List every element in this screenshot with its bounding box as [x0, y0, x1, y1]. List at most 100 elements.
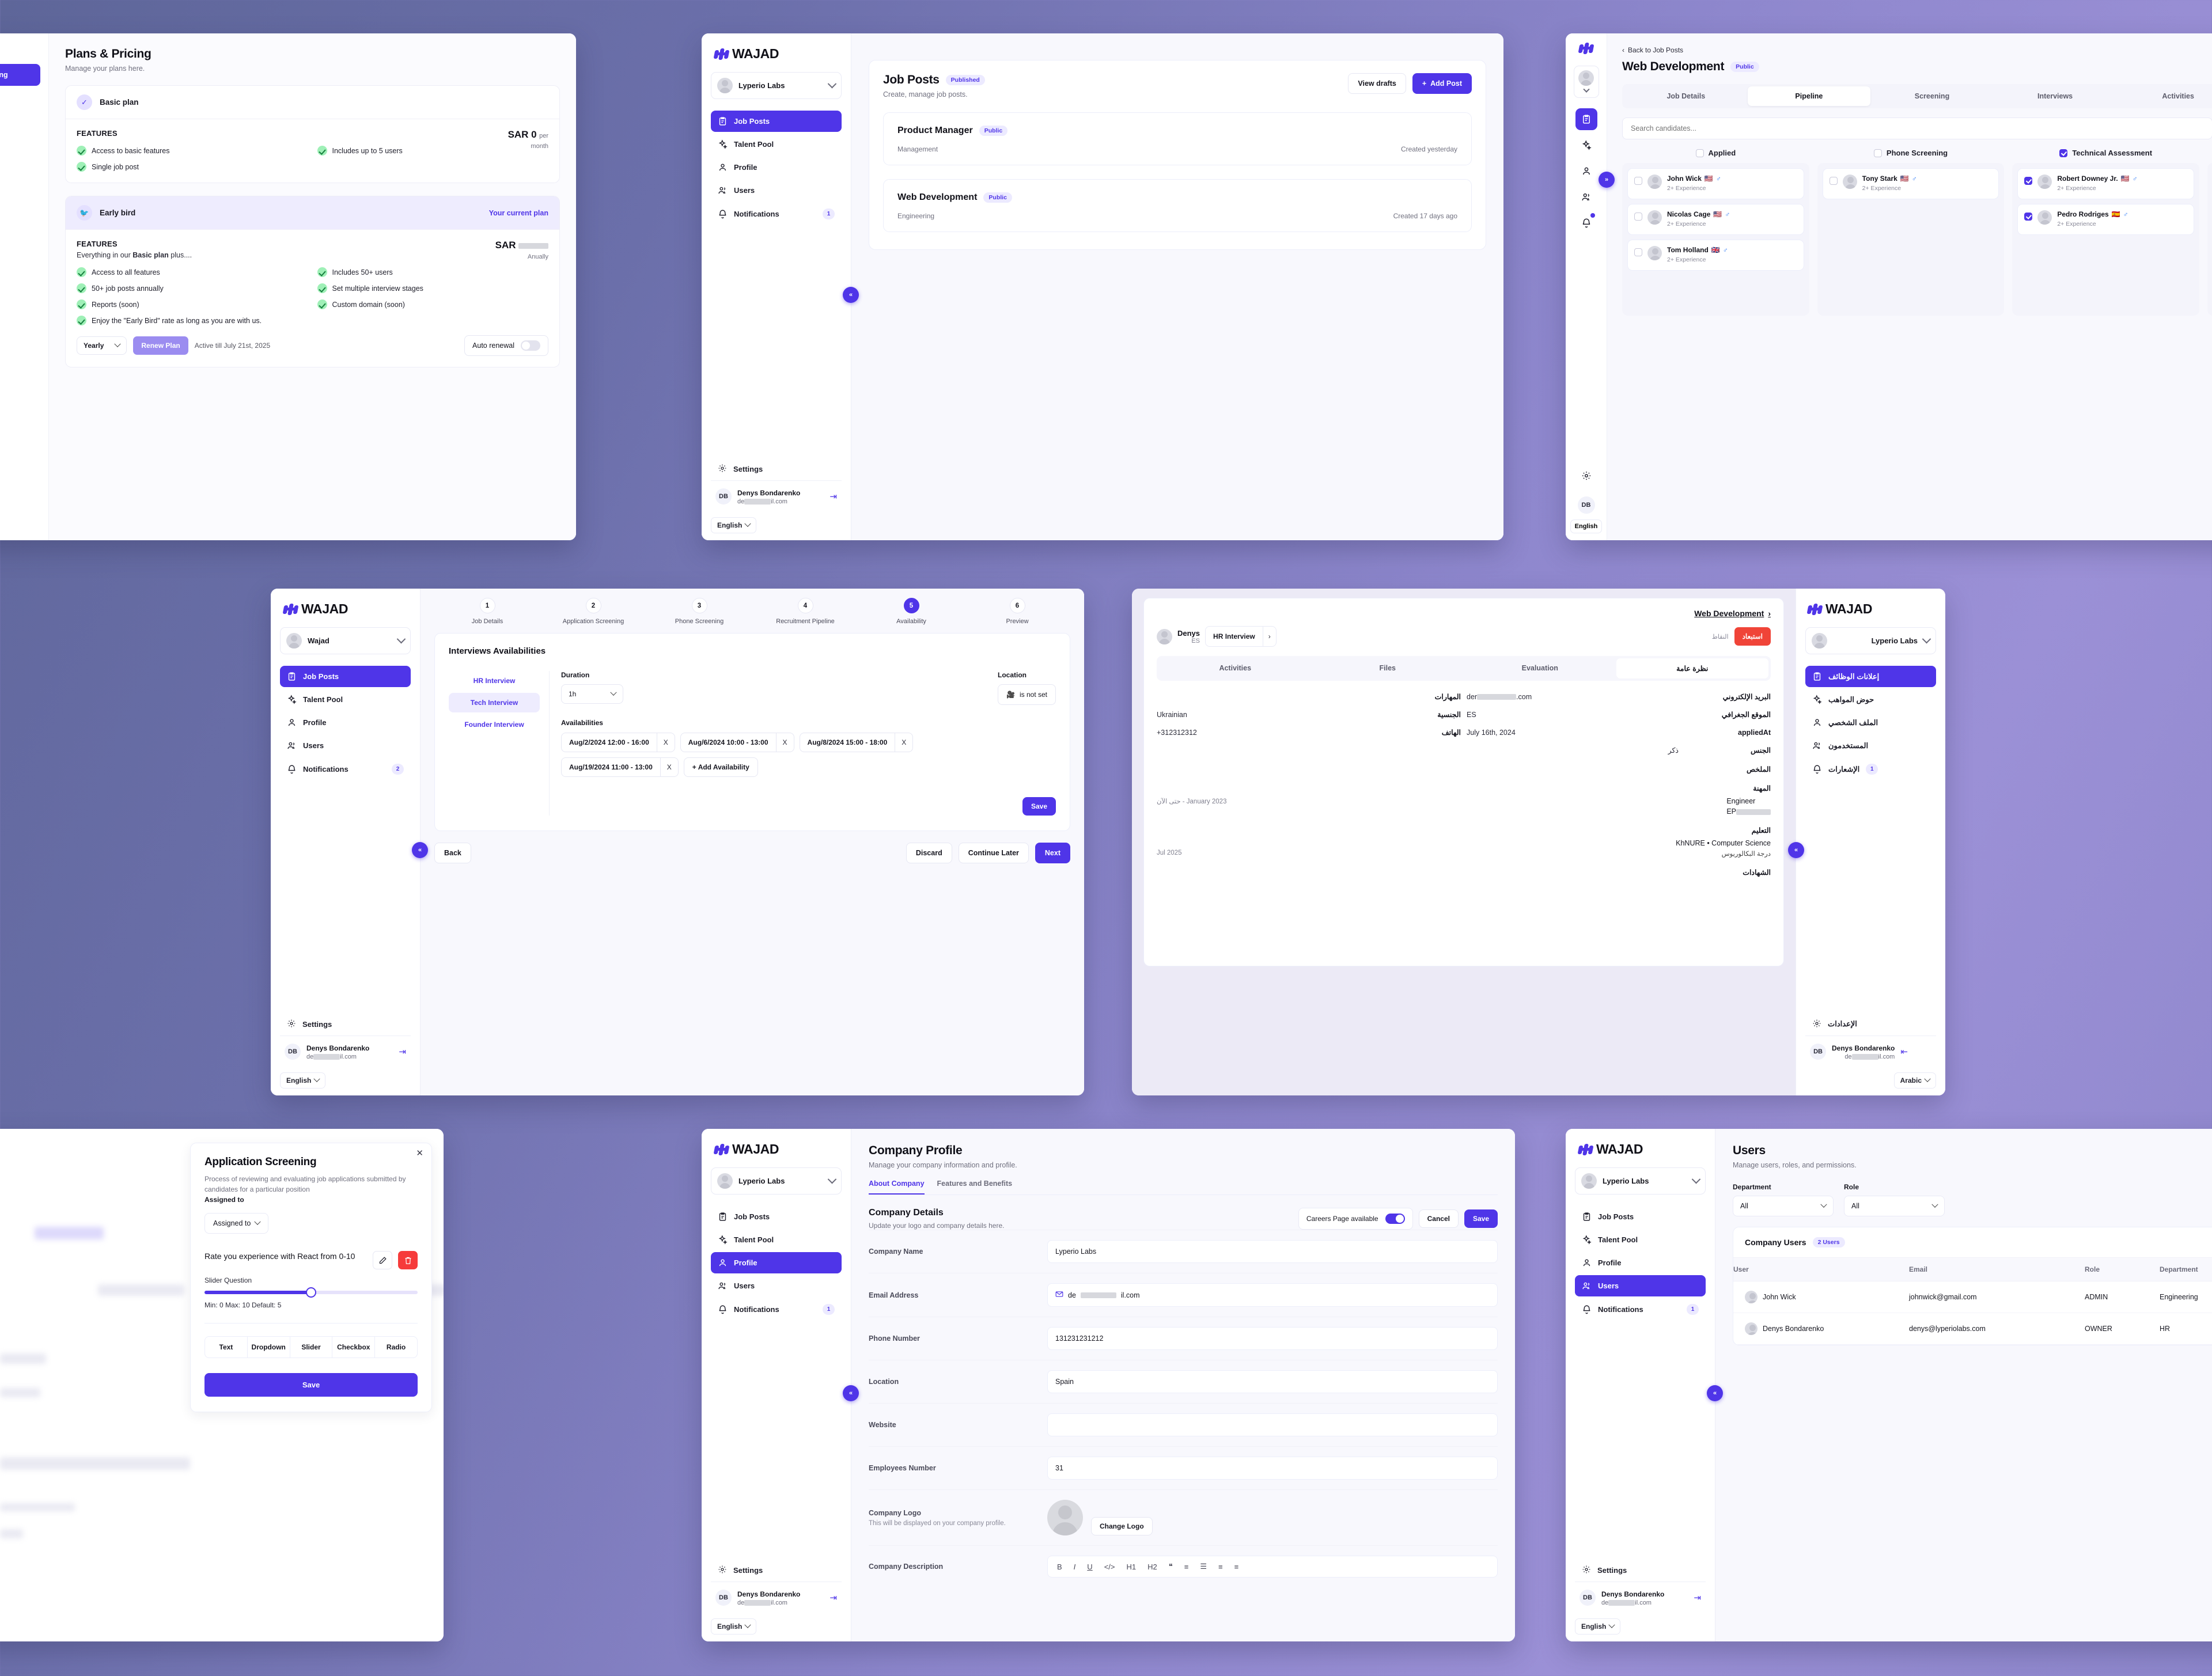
- slider-knob[interactable]: [306, 1287, 316, 1298]
- save-button[interactable]: Save: [204, 1373, 418, 1397]
- remove-slot-button[interactable]: X: [660, 757, 679, 777]
- underline-icon[interactable]: U: [1087, 1563, 1092, 1571]
- sidebar-item-settings[interactable]: [1575, 465, 1597, 487]
- sidebar-item-notifications[interactable]: Notifications 2: [280, 758, 411, 780]
- sidebar-item-settings[interactable]: الإعدادات: [1805, 1013, 1936, 1036]
- column-checkbox[interactable]: [1873, 149, 1882, 157]
- remove-slot-button[interactable]: X: [656, 733, 675, 752]
- wizard-step-3[interactable]: 3 Phone Screening: [646, 598, 752, 625]
- language-select[interactable]: English: [711, 517, 757, 533]
- sidebar-item-profile[interactable]: الملف الشخصي: [1805, 712, 1936, 733]
- sidebar-item-users[interactable]: [1575, 186, 1597, 208]
- org-switcher[interactable]: Lyperio Labs: [1575, 1167, 1706, 1195]
- sidebar-item-talent-pool[interactable]: Talent Pool: [711, 134, 842, 155]
- wizard-step-5[interactable]: 5 Availability: [858, 598, 964, 625]
- candidate-card[interactable]: Robert Downey Jr. 🇺🇸 ♂ 2+ Experience: [2017, 168, 2195, 199]
- sidebar-item-notifications[interactable]: Notifications 1: [711, 203, 842, 225]
- user-initials[interactable]: DB: [1577, 496, 1595, 514]
- wizard-step-2[interactable]: 2 Application Screening: [540, 598, 646, 625]
- tab-evaluation[interactable]: Evaluation: [1464, 658, 1616, 678]
- sidebar-item-notifications[interactable]: 1 الإشعارات: [1805, 758, 1936, 780]
- sidebar-item-preferences[interactable]: Preferences: [0, 130, 40, 151]
- language-select[interactable]: English: [1575, 1618, 1621, 1635]
- tab-screening[interactable]: Screening: [1870, 86, 1994, 106]
- table-row[interactable]: Denys Bondarenko denys@lyperiolabs.com O…: [1733, 1313, 2212, 1345]
- sidebar-item-talent-pool[interactable]: [1575, 134, 1597, 156]
- reject-button[interactable]: استبعاد: [1734, 627, 1771, 646]
- sidebar-item-users[interactable]: Users: [711, 1275, 842, 1296]
- stage-selector[interactable]: ‹ HR Interview: [1205, 626, 1277, 647]
- close-icon[interactable]: ✕: [416, 1148, 423, 1158]
- remove-slot-button[interactable]: X: [895, 733, 914, 752]
- candidate-checkbox[interactable]: [1634, 177, 1642, 185]
- sidebar-item-job-posts[interactable]: Job Posts: [280, 666, 411, 687]
- auto-renewal-control[interactable]: Auto renewal: [464, 335, 548, 356]
- back-button[interactable]: Back: [434, 843, 471, 863]
- renew-plan-button[interactable]: Renew Plan: [133, 336, 188, 355]
- tab-activities[interactable]: Activities: [1159, 658, 1312, 678]
- collapse-sidebar-button[interactable]: «: [843, 1385, 859, 1401]
- column-checkbox[interactable]: [2059, 149, 2068, 157]
- quote-icon[interactable]: ❝: [1169, 1562, 1173, 1571]
- tab-tech-interview[interactable]: Tech Interview: [449, 693, 540, 712]
- sidebar-item-talent-pool[interactable]: Talent Pool: [280, 689, 411, 710]
- candidate-checkbox[interactable]: [1634, 248, 1642, 256]
- sidebar-user[interactable]: DB Denys Bondarenko de il.com ⇥: [711, 480, 842, 511]
- candidate-card[interactable]: Pedro Rodriges 🇪🇸 ♂ 2+ Experience: [2017, 204, 2195, 235]
- expand-sidebar-button[interactable]: »: [1788, 842, 1804, 858]
- location-input[interactable]: Spain: [1047, 1370, 1498, 1393]
- sidebar-item-settings[interactable]: Settings: [1575, 1559, 1706, 1582]
- job-post-card[interactable]: Product Manager Public Management Create…: [883, 112, 1472, 165]
- role-filter-select[interactable]: All: [1844, 1196, 1945, 1216]
- sidebar-item-settings[interactable]: Settings: [280, 1013, 411, 1036]
- logout-icon[interactable]: ⇥: [830, 1592, 837, 1603]
- department-filter-select[interactable]: All: [1733, 1196, 1834, 1216]
- type-radio-button[interactable]: Radio: [375, 1337, 417, 1358]
- phone-input[interactable]: 131231231212: [1047, 1327, 1498, 1350]
- collapse-sidebar-button[interactable]: «: [843, 287, 859, 303]
- sidebar-item-notifications[interactable]: Notifications 1: [711, 1298, 842, 1321]
- ordered-list-icon[interactable]: ≡: [1184, 1563, 1189, 1571]
- delete-question-button[interactable]: [398, 1251, 418, 1269]
- wizard-step-4[interactable]: 4 Recruitment Pipeline: [752, 598, 858, 625]
- org-switcher[interactable]: Lyperio Labs: [711, 72, 842, 99]
- sidebar-user[interactable]: ⇤ Denys Bondarenko de il.com DB: [1805, 1035, 1936, 1067]
- sidebar-item-job-posts[interactable]: Job Posts: [711, 1206, 842, 1227]
- email-input[interactable]: de il.com: [1047, 1283, 1498, 1307]
- italic-icon[interactable]: I: [1074, 1563, 1076, 1571]
- save-button[interactable]: Save: [1022, 797, 1056, 816]
- continue-later-button[interactable]: Continue Later: [958, 843, 1029, 863]
- search-input[interactable]: [1622, 117, 2212, 139]
- slot-label[interactable]: Aug/2/2024 12:00 - 16:00: [561, 733, 657, 752]
- sidebar-item-users[interactable]: Users: [1575, 1275, 1706, 1296]
- sidebar-item-users[interactable]: Users: [280, 735, 411, 756]
- tab-interviews[interactable]: Interviews: [1994, 86, 2117, 106]
- sidebar-user[interactable]: DB Denys Bondarenko de il.com ⇥: [711, 1581, 842, 1613]
- add-post-button[interactable]: + Add Post: [1412, 73, 1472, 94]
- tab-features-benefits[interactable]: Features and Benefits: [937, 1180, 1013, 1195]
- duration-select[interactable]: 1h: [561, 684, 623, 704]
- tab-job-details[interactable]: Job Details: [1624, 86, 1748, 106]
- sidebar-item-settings[interactable]: Settings: [711, 458, 842, 480]
- candidate-card[interactable]: John Wick 🇺🇸 ♂ 2+ Experience: [1627, 168, 1804, 199]
- job-link[interactable]: Web Development ›: [1694, 609, 1771, 618]
- breadcrumb[interactable]: ‹ Back to Job Posts: [1622, 46, 2212, 54]
- bold-icon[interactable]: B: [1057, 1563, 1062, 1571]
- tab-founder-interview[interactable]: Founder Interview: [449, 715, 540, 734]
- slot-label[interactable]: Aug/6/2024 10:00 - 13:00: [680, 733, 776, 752]
- chevron-left-icon[interactable]: ‹: [1263, 627, 1276, 646]
- org-switcher[interactable]: Lyperio Labs: [1805, 627, 1936, 654]
- careers-page-toggle-group[interactable]: Careers Page available: [1298, 1208, 1413, 1230]
- sidebar-item-billing[interactable]: Billing: [0, 86, 40, 108]
- table-row[interactable]: John Wick johnwick@gmail.com ADMIN Engin…: [1733, 1281, 2212, 1313]
- logout-icon[interactable]: ⇥: [1694, 1592, 1701, 1603]
- code-icon[interactable]: </>: [1104, 1563, 1115, 1571]
- align-left-icon[interactable]: ≡: [1218, 1563, 1223, 1571]
- billing-period-select[interactable]: Yearly: [77, 336, 127, 355]
- sidebar-item-support[interactable]: Support: [0, 151, 40, 173]
- column-checkbox[interactable]: [1695, 149, 1704, 157]
- cancel-button[interactable]: Cancel: [1418, 1209, 1459, 1228]
- save-button[interactable]: Save: [1464, 1209, 1498, 1228]
- org-switcher[interactable]: Lyperio Labs: [711, 1167, 842, 1195]
- language-select[interactable]: English: [1570, 520, 1603, 533]
